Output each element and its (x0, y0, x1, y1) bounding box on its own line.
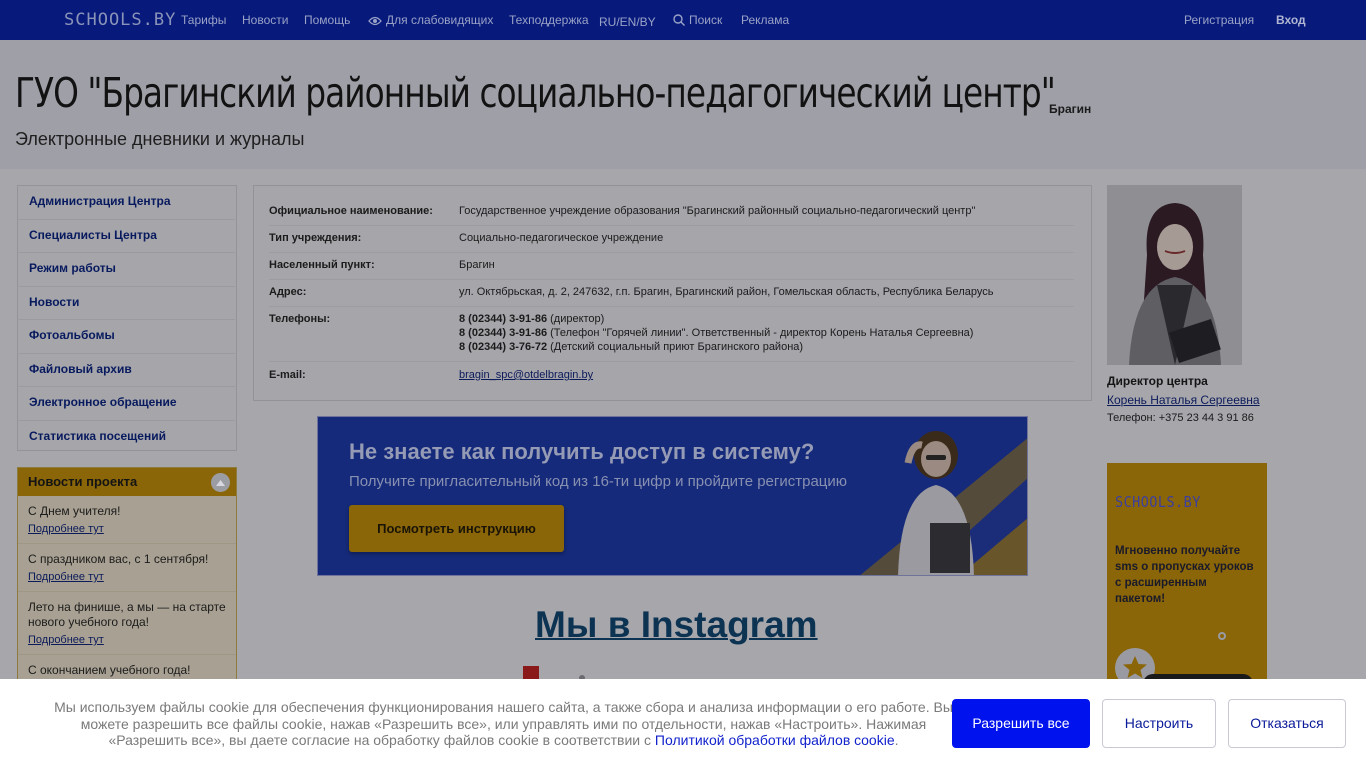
phone-number: 8 (02344) 3-76-72 (459, 341, 548, 353)
phone-note: (Детский социальный приют Брагинского ра… (547, 341, 804, 353)
project-news-panel: Новости проекта С Днем учителя! Подробне… (17, 467, 237, 697)
decline-cookies-button[interactable]: Отказаться (1228, 699, 1346, 748)
sidebar-item-administration[interactable]: Администрация Центра (19, 186, 235, 220)
project-news-header: Новости проекта (18, 468, 236, 496)
cookie-settings-button[interactable]: Настроить (1102, 699, 1216, 748)
nav-news[interactable]: Новости (242, 13, 288, 27)
info-label: E-mail: (269, 369, 306, 381)
info-row-email: E-mail: bragin_spc@otdelbragin.by (269, 363, 1074, 389)
news-read-more-link[interactable]: Подробнее тут (28, 634, 104, 646)
news-item-title: С праздником вас, с 1 сентября! (28, 552, 209, 566)
top-navbar: SCHOOLS.BY Тарифы Новости Помощь Для сла… (0, 0, 1366, 40)
nav-search[interactable]: Поиск (673, 13, 722, 27)
register-link[interactable]: Регистрация (1184, 13, 1254, 27)
news-read-more-link[interactable]: Подробнее тут (28, 571, 104, 583)
sms-ad-banner[interactable]: SCHOOLS.BY Мгновенно получайте sms о про… (1107, 463, 1267, 703)
institution-info-table: Официальное наименование: Государственно… (253, 185, 1092, 401)
nav-accessibility[interactable]: Для слабовидящих (368, 13, 493, 27)
director-phone: Телефон: +375 23 44 3 91 86 (1107, 412, 1254, 424)
ad-text: Мгновенно получайте sms о пропусках урок… (1115, 545, 1254, 605)
info-label: Адрес: (269, 286, 307, 298)
chevron-up-icon (216, 479, 225, 486)
info-label: Телефоны: (269, 313, 331, 325)
info-value: Брагин (459, 259, 495, 271)
city-label: Брагин (1049, 102, 1092, 116)
info-value: Социально-педагогическое учреждение (459, 232, 664, 244)
search-icon (673, 14, 685, 26)
news-item-title: С Днем учителя! (28, 504, 121, 518)
news-item-title: Лето на финише, а мы — на старте нового … (28, 600, 226, 629)
news-item: С праздником вас, с 1 сентября! Подробне… (18, 544, 236, 592)
page-header: ГУО "Брагинский районный социально-педаг… (0, 40, 1366, 169)
banner-subtitle: Получите пригласительный код из 16-ти ци… (349, 473, 848, 490)
info-value: Государственное учреждение образования "… (459, 205, 976, 217)
view-instructions-button[interactable]: Посмотреть инструкцию (349, 505, 564, 552)
sidebar-menu: Администрация Центра Специалисты Центра … (17, 185, 237, 451)
cookie-text-end: . (894, 732, 899, 748)
phone-number: 8 (02344) 3-91-86 (459, 313, 548, 325)
nav-accessibility-label: Для слабовидящих (386, 13, 494, 27)
site-logo[interactable]: SCHOOLS.BY (64, 10, 176, 30)
info-label: Официальное наименование: (269, 205, 433, 217)
cookie-consent-bar: Мы используем файлы cookie для обеспечен… (0, 679, 1366, 768)
phone-entry: 8 (02344) 3-76-72 (Детский социальный пр… (459, 340, 973, 354)
phone-note: (Телефон "Горячей линии". Ответственный … (547, 327, 974, 339)
collapse-button[interactable] (211, 473, 230, 492)
phone-number: 8 (02344) 3-91-86 (459, 327, 548, 339)
nav-search-label: Поиск (689, 13, 723, 27)
page-title: ГУО "Брагинский районный социально-педаг… (15, 69, 1056, 117)
sidebar-item-photo-albums[interactable]: Фотоальбомы (19, 320, 235, 354)
sidebar-item-electronic-appeal[interactable]: Электронное обращение (19, 387, 235, 421)
director-name-link[interactable]: Корень Наталья Сергеевна (1107, 393, 1260, 407)
woman-illustration (898, 431, 974, 575)
instagram-preview-image (523, 666, 585, 680)
info-value: ул. Октябрьская, д. 2, 247632, г.п. Браг… (459, 286, 994, 298)
project-news-title: Новости проекта (28, 474, 138, 489)
sidebar-item-specialists[interactable]: Специалисты Центра (19, 220, 235, 253)
page-subtitle: Электронные дневники и журналы (15, 129, 305, 149)
access-instructions-banner: Не знаете как получить доступ в систему?… (317, 416, 1028, 576)
instagram-link[interactable]: Мы в Instagram (535, 604, 818, 646)
allow-all-cookies-button[interactable]: Разрешить все (952, 699, 1090, 748)
news-read-more-link[interactable]: Подробнее тут (28, 523, 104, 535)
phone-entry: 8 (02344) 3-91-86 (директор) (459, 312, 973, 326)
nav-support[interactable]: Техподдержка (509, 13, 589, 27)
director-title: Директор центра (1107, 374, 1208, 388)
banner-title: Не знаете как получить доступ в систему? (349, 439, 815, 464)
director-photo (1107, 185, 1242, 365)
nav-advertising[interactable]: Реклама (741, 13, 789, 27)
info-row-phones: Телефоны: 8 (02344) 3-91-86 (директор) 8… (269, 308, 1074, 362)
info-row-official-name: Официальное наименование: Государственно… (269, 200, 1074, 226)
phone-entry: 8 (02344) 3-91-86 (Телефон "Горячей лини… (459, 326, 973, 340)
news-item-title: С окончанием учебного года! (28, 663, 191, 677)
sidebar-item-schedule[interactable]: Режим работы (19, 253, 235, 287)
email-link[interactable]: bragin_spc@otdelbragin.by (459, 368, 593, 382)
nav-tariffs[interactable]: Тарифы (181, 13, 226, 27)
info-label: Населенный пункт: (269, 259, 375, 271)
info-row-address: Адрес: ул. Октябрьская, д. 2, 247632, г.… (269, 281, 1074, 307)
news-item: С Днем учителя! Подробнее тут (18, 496, 236, 544)
cookie-message: Мы используем файлы cookie для обеспечен… (50, 699, 957, 749)
ad-logo: SCHOOLS.BY (1115, 493, 1201, 511)
eye-icon (368, 16, 382, 26)
cookie-policy-link[interactable]: Политикой обработки файлов cookie (655, 732, 895, 748)
director-portrait (1107, 185, 1242, 365)
login-link[interactable]: Вход (1276, 13, 1306, 27)
language-switcher[interactable]: RU/EN/BY (599, 15, 656, 29)
sidebar-item-statistics[interactable]: Статистика посещений (19, 421, 235, 455)
info-row-type: Тип учреждения: Социально-педагогическое… (269, 227, 1074, 253)
nav-help[interactable]: Помощь (304, 13, 350, 27)
phones-list: 8 (02344) 3-91-86 (директор) 8 (02344) 3… (459, 312, 973, 354)
info-row-settlement: Населенный пункт: Брагин (269, 254, 1074, 280)
sidebar-item-file-archive[interactable]: Файловый архив (19, 354, 235, 387)
phone-note: (директор) (547, 313, 605, 325)
sidebar-item-news[interactable]: Новости (19, 287, 235, 320)
news-item: Лето на финише, а мы — на старте нового … (18, 592, 236, 655)
info-label: Тип учреждения: (269, 232, 362, 244)
